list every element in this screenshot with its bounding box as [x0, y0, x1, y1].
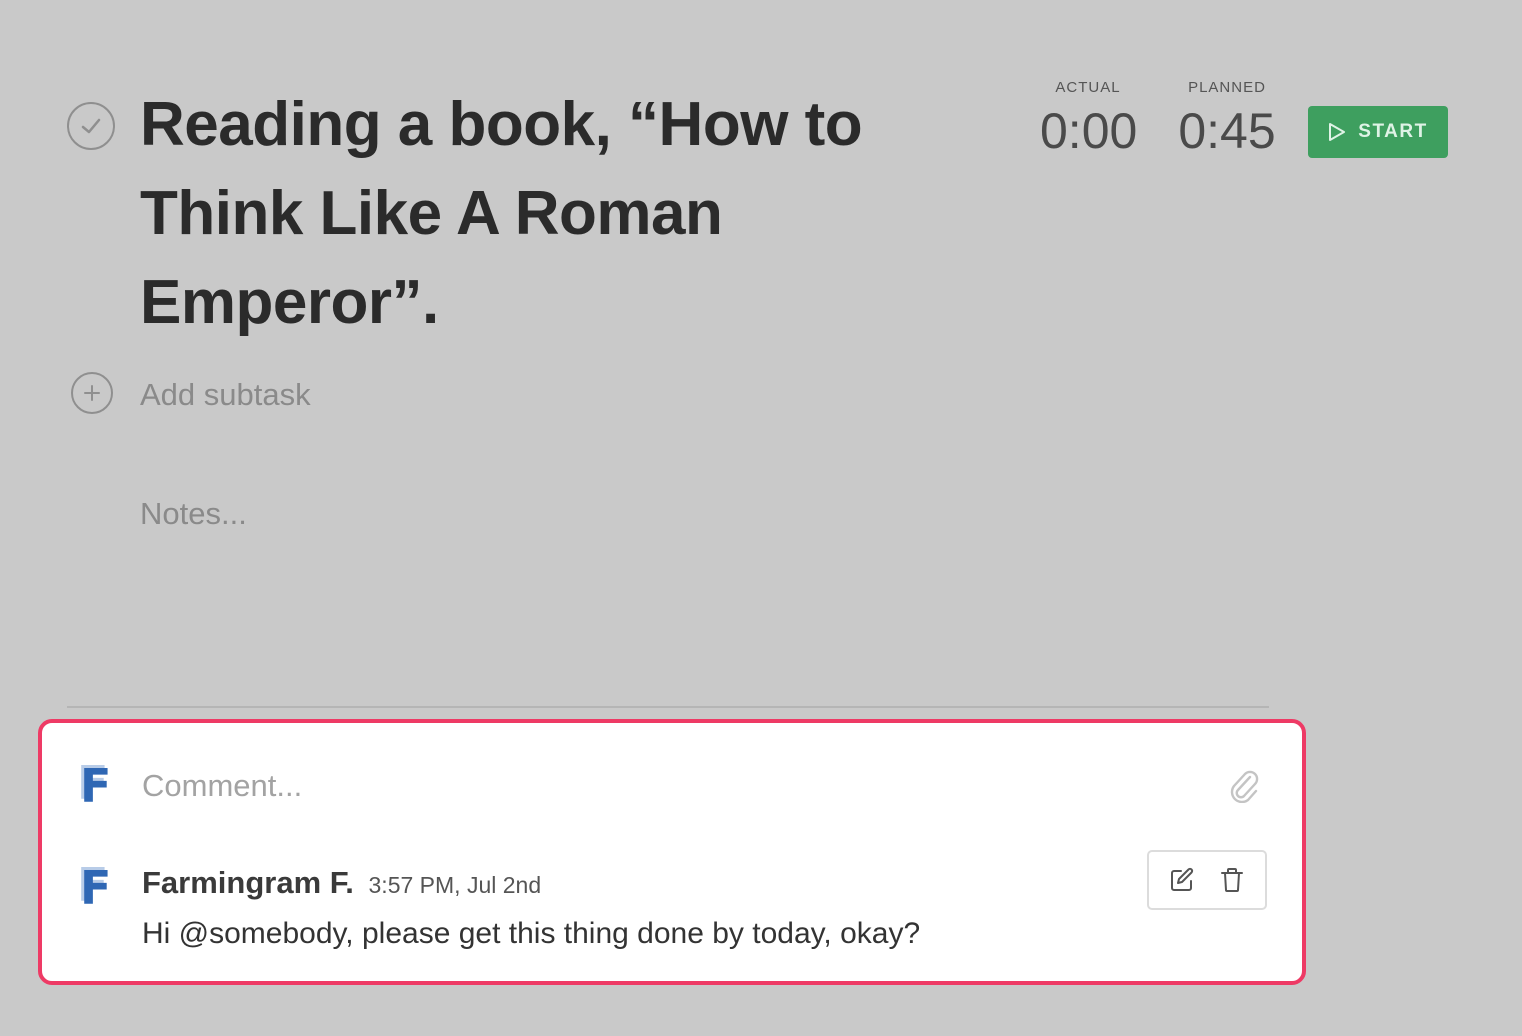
play-icon [1328, 122, 1346, 142]
start-button-label: START [1358, 121, 1428, 142]
edit-icon[interactable] [1167, 865, 1197, 895]
notes-field[interactable]: Notes... [140, 494, 247, 534]
complete-task-check-icon[interactable] [67, 102, 115, 150]
add-subtask-input[interactable]: Add subtask [140, 375, 311, 415]
comment-timestamp: 3:57 PM, Jul 2nd [368, 872, 542, 898]
planned-time-label: PLANNED [1188, 79, 1266, 96]
paperclip-icon[interactable] [1226, 765, 1260, 804]
task-title[interactable]: Reading a book, “How to Think Like A Rom… [140, 80, 940, 347]
avatar: F [80, 759, 112, 813]
start-timer-button[interactable]: START [1308, 106, 1448, 158]
divider [67, 706, 1269, 708]
actual-time-value[interactable]: 0:00 [1040, 102, 1137, 160]
actual-time-label: ACTUAL [1055, 79, 1121, 96]
add-subtask-plus-icon[interactable] [71, 372, 113, 414]
planned-time: PLANNED 0:45 [1172, 78, 1282, 160]
comment-author: Farmingram F. [142, 865, 354, 900]
trash-icon[interactable] [1217, 865, 1247, 895]
comment-actions [1147, 850, 1267, 910]
comments-panel: F F Farmingram F. 3:57 PM, Jul 2nd Hi @s… [38, 719, 1306, 985]
comment-header: Farmingram F. 3:57 PM, Jul 2nd [142, 865, 541, 903]
actual-time: ACTUAL 0:00 [1040, 78, 1137, 160]
avatar: F [80, 861, 112, 915]
planned-time-value[interactable]: 0:45 [1172, 102, 1282, 160]
comment-input[interactable] [142, 761, 1202, 811]
comment-text: Hi @somebody, please get this thing done… [142, 917, 921, 950]
